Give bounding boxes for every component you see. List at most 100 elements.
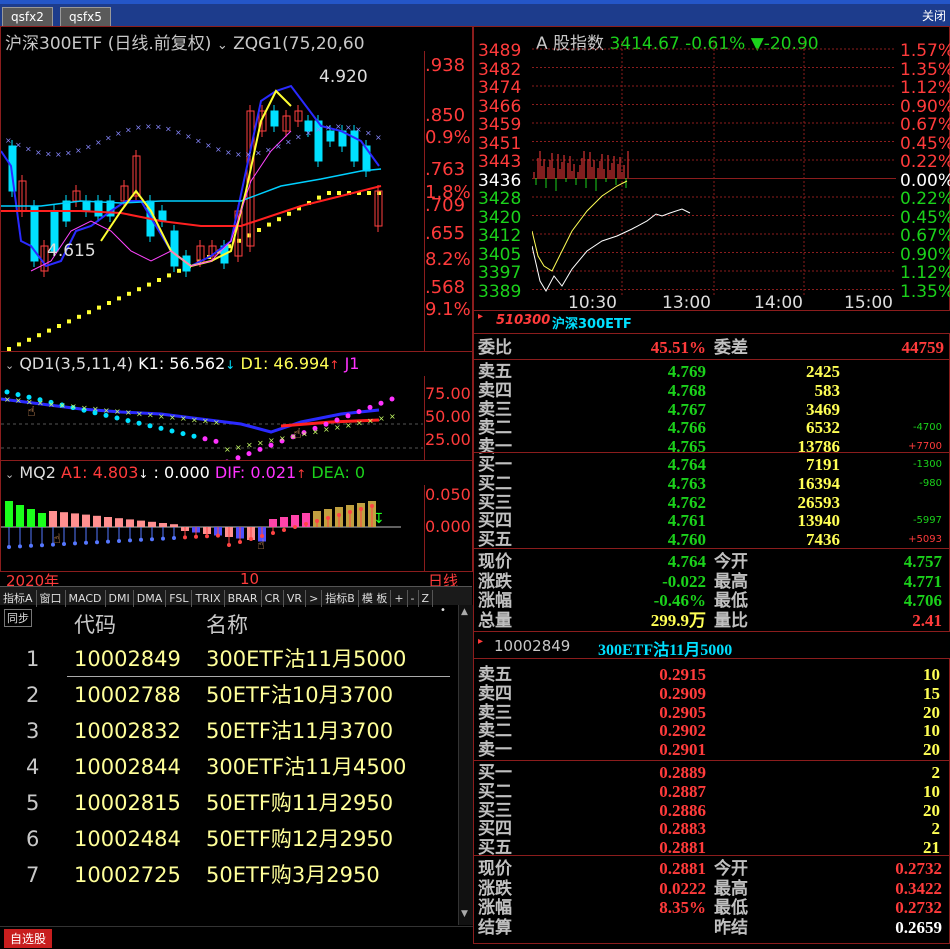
index-axis-label: 3474: [478, 78, 522, 98]
order-book-row[interactable]: 买二 0.2887 10: [474, 782, 944, 801]
quote-stat-row: 总量 299.9万 量比 2.41: [474, 611, 944, 630]
index-axis-label: 3482: [478, 59, 522, 80]
close-button[interactable]: 关闭: [922, 7, 946, 24]
macd-bar: [170, 524, 178, 527]
order-book-row[interactable]: 卖二 0.2902 10: [474, 721, 944, 740]
cross-marker: ×: [257, 438, 264, 447]
order-label: 卖三: [478, 702, 512, 722]
order-price: 4.768: [667, 380, 706, 400]
scroll-up-icon[interactable]: ▲: [461, 607, 468, 617]
cross-marker: ×: [215, 145, 222, 154]
price-axis-label: 8.2%: [425, 249, 471, 270]
sar-dot: [287, 211, 291, 216]
order-book-row[interactable]: 卖五 4.769 2425: [474, 362, 944, 381]
cross-marker: ×: [235, 443, 242, 452]
option-name: 300ETF沽11月5000: [598, 642, 733, 659]
stat-value: 4.706: [903, 591, 942, 610]
sar-dot: [107, 301, 111, 305]
stat-label: 量比: [714, 610, 748, 630]
list-item[interactable]: 7 10002725 50ETF购3月2950: [20, 857, 450, 893]
list-item[interactable]: 5 10002815 50ETF购11月2950: [20, 785, 450, 821]
cross-marker: ×: [325, 123, 332, 132]
column-header-code[interactable]: 代码: [74, 609, 116, 639]
volume-change: -5997: [912, 515, 942, 527]
list-item[interactable]: 4 10002844 300ETF沽11月4500: [20, 749, 450, 785]
tab-watchlist[interactable]: 自选股: [4, 929, 53, 948]
signal-dot: [139, 537, 143, 542]
order-book-row[interactable]: 买二 4.763 16394 -980: [474, 474, 944, 493]
signal-dot: [73, 541, 77, 546]
macd-bar: [126, 519, 134, 527]
order-volume: 20: [923, 800, 940, 820]
kline-chart[interactable]: ×× × × × × × × × ×× × × × × × × × ××× × × × × × × × ×× × × × × × × × ×: [1, 51, 423, 351]
order-label: 卖二: [478, 721, 512, 741]
order-price: 0.2887: [659, 781, 706, 801]
cross-marker: ×: [213, 418, 220, 427]
row-name: 50ETF沽11月3700: [206, 719, 394, 743]
tab-qsfx5[interactable]: qsfx5: [60, 7, 111, 26]
order-book-row[interactable]: 买四 4.761 13940 -5997: [474, 511, 944, 530]
macd-bar: [104, 517, 112, 527]
order-book-row[interactable]: 买一 0.2889 2: [474, 763, 944, 782]
signal-dot: [348, 510, 352, 514]
signal-dot: [227, 543, 231, 547]
scroll-down-icon[interactable]: ▼: [461, 909, 468, 919]
order-book-row[interactable]: 卖三 0.2905 20: [474, 703, 944, 722]
order-book-row[interactable]: 买五 4.760 7436 +5093: [474, 530, 944, 549]
column-header-name[interactable]: 名称: [206, 609, 248, 639]
order-book-row[interactable]: 买一 4.764 7191 -1300: [474, 455, 944, 474]
sync-button[interactable]: 同步: [4, 609, 32, 627]
price-axis-label: 0.9%: [425, 127, 471, 148]
list-item[interactable]: 1 10002849 300ETF沽11月5000: [20, 641, 450, 677]
index-axis-label: 3466: [478, 96, 522, 117]
cross-marker: ×: [335, 122, 342, 131]
order-book-row[interactable]: 买四 0.2883 2: [474, 819, 944, 838]
order-book-row[interactable]: 卖四 4.768 583: [474, 381, 944, 400]
order-book-row[interactable]: 卖四 0.2909 15: [474, 684, 944, 703]
mq2-legend: ⌄ MQ2 A1: 4.803↓ : 0.000 DIF: 0.021↑ DEA…: [5, 463, 366, 482]
quote-stat-row: 涨幅 -0.46% 最低 4.706: [474, 591, 944, 610]
order-book-row[interactable]: 卖五 0.2915 10: [474, 665, 944, 684]
index-pct-label: 0.22%: [900, 152, 950, 172]
list-item[interactable]: 6 10002484 50ETF购12月2950: [20, 821, 450, 857]
high-price-label: 4.920: [319, 67, 368, 87]
row-name: 50ETF购12月2950: [206, 827, 394, 851]
list-item[interactable]: 3 10002832 50ETF沽11月3700: [20, 713, 450, 749]
order-book-row[interactable]: 卖一 4.765 13786 +7700: [474, 437, 944, 456]
qd1-chart[interactable]: × × × × × × × × × × × × × × × × × × × ×× × × × × × × × × × × × × × × ×☝☝: [1, 374, 423, 460]
index-panel: A 股指数 3414.67 -0.61% ▼-20.90 3489 3482 347…: [473, 26, 950, 313]
cross-marker: ×: [59, 401, 66, 410]
order-price: 0.2905: [659, 702, 706, 722]
index-chart[interactable]: [532, 41, 896, 295]
cross-marker: ×: [345, 123, 352, 132]
cross-marker: ×: [15, 396, 22, 405]
order-label: 买二: [478, 781, 512, 801]
macd-bar: [27, 509, 35, 527]
quote-stat-row: 结算 昨结 0.2659: [474, 918, 944, 937]
index-pct-label: 0.45%: [900, 207, 950, 228]
order-book-row[interactable]: 卖三 4.767 3469: [474, 400, 944, 419]
cross-marker: ×: [265, 146, 272, 155]
order-volume: 20: [923, 702, 940, 722]
order-book-row[interactable]: 买三 4.762 26593: [474, 493, 944, 512]
list-scrollbar[interactable]: ▲ ▼: [458, 605, 473, 925]
list-item[interactable]: 2 10002788 50ETF沽10月3700: [20, 677, 450, 713]
signal-dot: [326, 516, 330, 520]
stat-label: 最低: [714, 898, 748, 917]
order-volume: 10: [923, 665, 940, 684]
order-book-row[interactable]: 卖一 0.2901 20: [474, 740, 944, 759]
cross-marker: ×: [15, 141, 22, 150]
cross-marker: ×: [225, 148, 232, 157]
index-pct-label: 0.67%: [900, 226, 950, 246]
weibi-value: 45.51%: [650, 338, 706, 357]
menu-dot-icon[interactable]: •: [440, 605, 446, 616]
order-book-row[interactable]: 买三 0.2886 20: [474, 801, 944, 820]
volume-change: -1300: [912, 459, 942, 470]
order-label: 卖四: [478, 683, 512, 703]
row-code: 10002844: [74, 755, 181, 779]
tab-qsfx2[interactable]: qsfx2: [2, 7, 53, 26]
mq2-chart[interactable]: ☝ ☝ ↧: [1, 483, 423, 571]
hand-icon: ☝: [27, 404, 36, 420]
order-label: 卖一: [478, 740, 512, 760]
order-book-row[interactable]: 卖二 4.766 6532 -4700: [474, 418, 944, 437]
